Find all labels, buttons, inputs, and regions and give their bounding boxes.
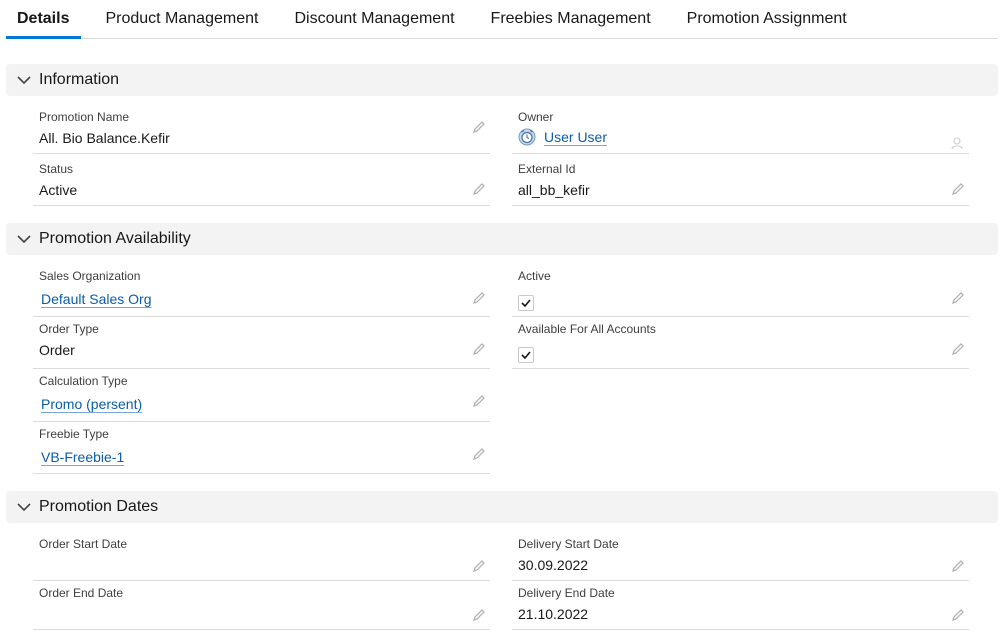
- field-value: All. Bio Balance.Kefir: [39, 130, 170, 146]
- pencil-icon[interactable]: [951, 182, 965, 196]
- freebie-type-link[interactable]: VB-Freebie-1: [41, 449, 124, 465]
- field-order-end-date: Order End Date: [33, 582, 490, 630]
- field-order-start-date: Order Start Date: [33, 533, 490, 581]
- field-available-for-all-accounts: Available For All Accounts: [512, 318, 969, 369]
- field-sales-organization: Sales Organization Default Sales Org: [33, 265, 490, 317]
- field-value: Order: [39, 342, 75, 358]
- record-detail-page: Details Product Management Discount Mana…: [0, 0, 1003, 636]
- pencil-icon[interactable]: [472, 394, 486, 408]
- owner-link[interactable]: User User: [544, 129, 607, 145]
- field-label: Delivery Start Date: [518, 537, 619, 551]
- pencil-icon[interactable]: [472, 182, 486, 196]
- field-value: 21.10.2022: [518, 606, 589, 622]
- owner-row: User User: [518, 128, 607, 146]
- pencil-icon[interactable]: [951, 559, 965, 573]
- field-label: Freebie Type: [39, 427, 109, 441]
- field-label: Status: [39, 162, 74, 176]
- change-owner-icon[interactable]: [951, 136, 965, 150]
- field-label: Calculation Type: [39, 374, 128, 388]
- calculation-type-link[interactable]: Promo (persent): [41, 396, 142, 412]
- field-value: all_bb_kefir: [518, 182, 590, 198]
- field-label: Owner: [518, 110, 554, 124]
- tab-promotion-assignment[interactable]: Promotion Assignment: [675, 0, 859, 38]
- pencil-icon[interactable]: [472, 559, 486, 573]
- chevron-down-icon: [15, 71, 33, 89]
- pencil-icon[interactable]: [951, 342, 965, 356]
- section-availability-header[interactable]: Promotion Availability: [6, 223, 998, 255]
- field-order-type: Order Type Order: [33, 318, 490, 369]
- pencil-icon[interactable]: [472, 342, 486, 356]
- pencil-icon[interactable]: [472, 291, 486, 305]
- field-label: Order End Date: [39, 586, 124, 600]
- section-title: Promotion Availability: [39, 230, 191, 247]
- sales-org-link[interactable]: Default Sales Org: [41, 291, 152, 307]
- field-value: Active: [39, 182, 78, 198]
- field-label: Available For All Accounts: [518, 322, 656, 336]
- field-label: External Id: [518, 162, 576, 176]
- pencil-icon[interactable]: [951, 291, 965, 305]
- field-label: Order Type: [39, 322, 99, 336]
- field-label: Active: [518, 269, 551, 283]
- section-information-header[interactable]: Information: [6, 64, 998, 96]
- checkmark-icon: [521, 299, 531, 307]
- field-value: 30.09.2022: [518, 557, 589, 573]
- available-all-checkbox: [518, 347, 534, 363]
- field-freebie-type: Freebie Type VB-Freebie-1: [33, 423, 490, 474]
- tab-details[interactable]: Details: [6, 0, 82, 39]
- field-external-id: External Id all_bb_kefir: [512, 158, 969, 206]
- field-label: Sales Organization: [39, 269, 141, 283]
- field-calculation-type: Calculation Type Promo (persent): [33, 370, 490, 422]
- field-owner: Owner User User: [512, 106, 969, 154]
- section-title: Promotion Dates: [39, 498, 159, 515]
- user-avatar-icon: [518, 128, 536, 146]
- pencil-icon[interactable]: [472, 120, 486, 134]
- section-title: Information: [39, 71, 120, 88]
- field-promotion-name: Promotion Name All. Bio Balance.Kefir: [33, 106, 490, 154]
- tab-freebies-management[interactable]: Freebies Management: [479, 0, 663, 38]
- tab-bar: Details Product Management Discount Mana…: [6, 0, 998, 39]
- chevron-down-icon: [15, 230, 33, 248]
- field-status: Status Active: [33, 158, 490, 206]
- section-dates-header[interactable]: Promotion Dates: [6, 491, 998, 523]
- active-checkbox: [518, 295, 534, 311]
- field-delivery-start-date: Delivery Start Date 30.09.2022: [512, 533, 969, 581]
- tab-product-management[interactable]: Product Management: [93, 0, 270, 38]
- tab-discount-management[interactable]: Discount Management: [282, 0, 466, 38]
- pencil-icon[interactable]: [472, 447, 486, 461]
- chevron-down-icon: [15, 498, 33, 516]
- field-label: Delivery End Date: [518, 586, 615, 600]
- checkmark-icon: [521, 351, 531, 359]
- field-delivery-end-date: Delivery End Date 21.10.2022: [512, 582, 969, 630]
- field-label: Promotion Name: [39, 110, 130, 124]
- field-active: Active: [512, 265, 969, 317]
- pencil-icon[interactable]: [472, 608, 486, 622]
- pencil-icon[interactable]: [951, 608, 965, 622]
- field-label: Order Start Date: [39, 537, 128, 551]
